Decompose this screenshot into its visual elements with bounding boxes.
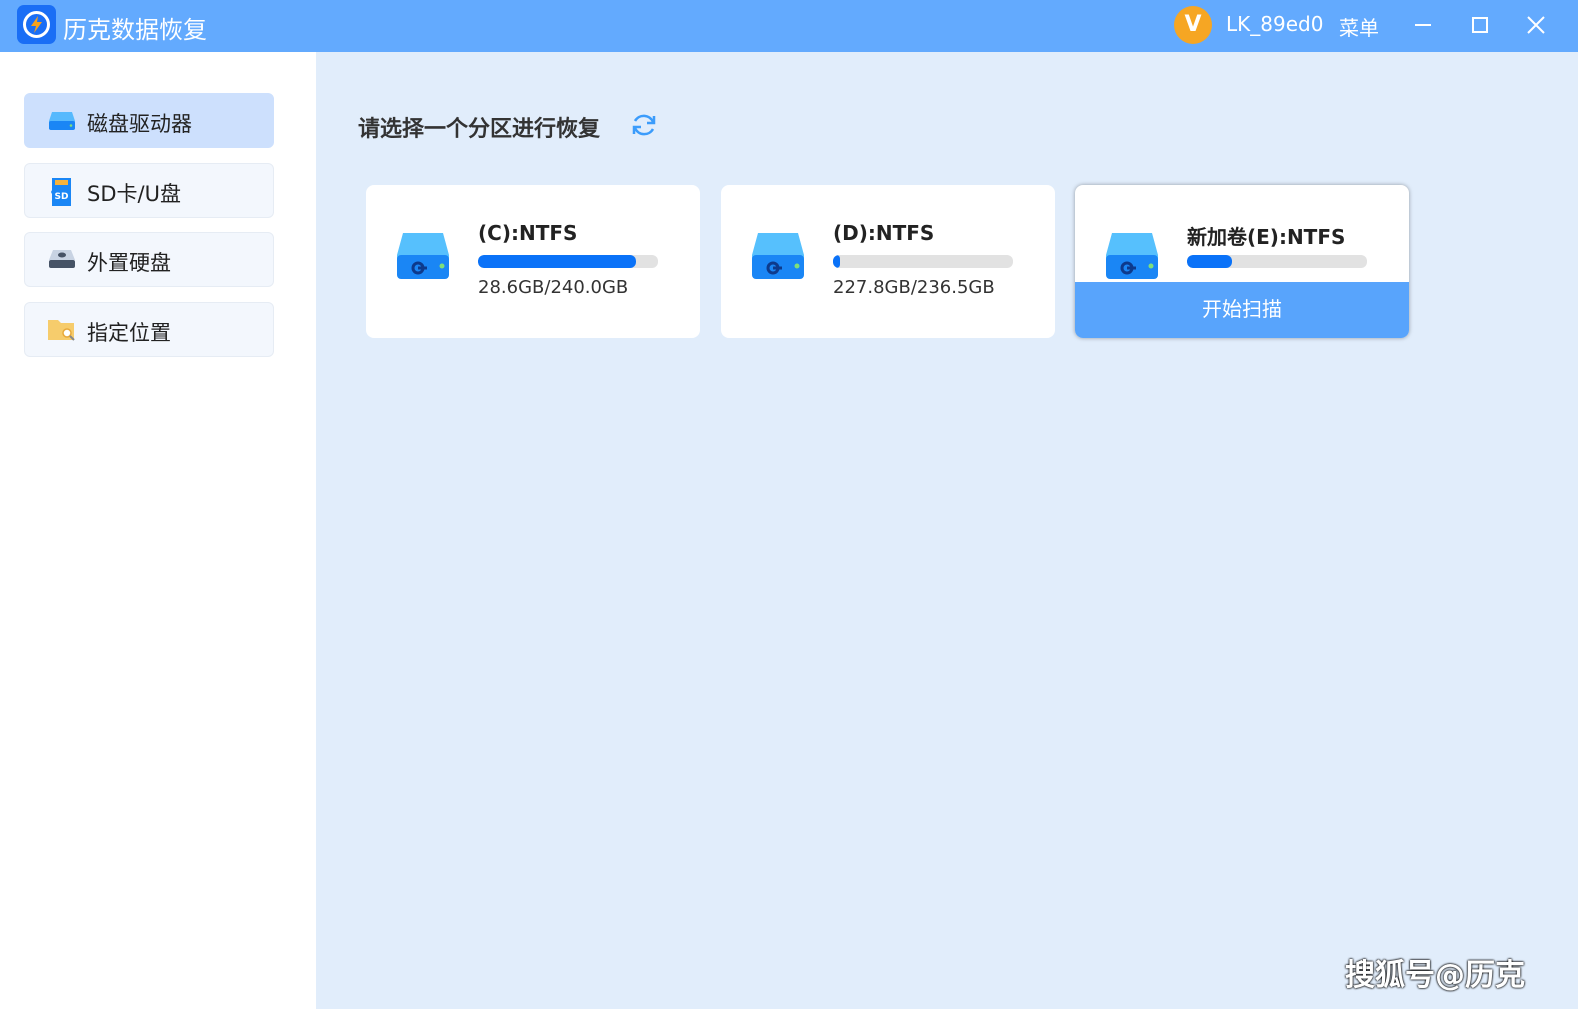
external-disk-icon [47,246,77,274]
app-title: 历克数据恢复 [63,10,207,45]
refresh-icon[interactable] [629,110,659,140]
partition-size: 28.6GB/240.0GB [478,277,628,298]
menu-button[interactable]: 菜单 [1339,12,1379,41]
title-bar: 历克数据恢复 V LK_89ed0 菜单 [0,0,1578,52]
partition-name: 新加卷(E):NTFS [1187,221,1345,250]
partition-card[interactable]: 新加卷(E):NTFS 开始扫描 [1075,185,1409,338]
svg-text:SD: SD [55,192,69,202]
minimize-icon[interactable] [1408,10,1438,40]
partition-size: 227.8GB/236.5GB [833,277,995,298]
drive-icon [394,231,452,281]
partition-name: (C):NTFS [478,221,577,245]
sd-card-icon: SD [47,177,77,205]
usage-bar [478,255,658,268]
start-scan-button[interactable]: 开始扫描 [1075,282,1409,338]
usage-bar-fill [833,255,840,268]
usage-bar-fill [478,255,636,268]
drive-icon [749,231,807,281]
avatar[interactable]: V [1174,6,1212,44]
sidebar-item-label: 外置硬盘 [87,247,171,277]
page-title: 请选择一个分区进行恢复 [358,111,600,143]
sidebar-item-label: SD卡/U盘 [87,178,181,208]
folder-search-icon [47,316,77,344]
sidebar-item-label: 磁盘驱动器 [87,108,192,138]
usage-bar [1187,255,1367,268]
partition-name: (D):NTFS [833,221,934,245]
usage-bar [833,255,1013,268]
maximize-icon[interactable] [1465,10,1495,40]
sidebar-item-external-disk[interactable]: 外置硬盘 [24,232,274,287]
close-icon[interactable] [1521,10,1551,40]
sidebar-item-location[interactable]: 指定位置 [24,302,274,357]
usage-bar-fill [1187,255,1232,268]
sidebar-item-label: 指定位置 [87,317,171,347]
app-logo-icon [17,5,56,44]
watermark: 搜狐号@历克 [1345,950,1525,994]
username[interactable]: LK_89ed0 [1226,12,1323,36]
sidebar: 磁盘驱动器 SD SD卡/U盘 外置硬盘 指定位置 [0,52,316,1009]
partition-card[interactable]: (D):NTFS 227.8GB/236.5GB [721,185,1055,338]
partition-card[interactable]: (C):NTFS 28.6GB/240.0GB [366,185,700,338]
sidebar-item-disk-drive[interactable]: 磁盘驱动器 [24,93,274,148]
drive-icon [1103,231,1161,281]
disk-drive-icon [47,107,77,135]
sidebar-item-sd-card[interactable]: SD SD卡/U盘 [24,163,274,218]
